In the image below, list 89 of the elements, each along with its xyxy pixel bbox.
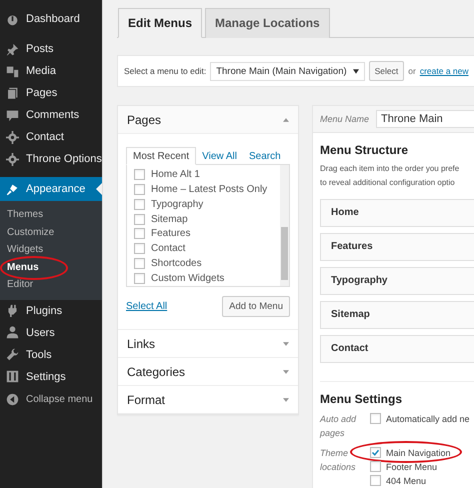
checkbox[interactable] — [370, 447, 381, 458]
menu-item[interactable]: Features — [320, 233, 474, 261]
checkbox[interactable] — [134, 168, 145, 180]
instruction-text: Drag each item into the order you prefe — [320, 163, 460, 175]
pages-icon — [6, 86, 19, 100]
sidebar-item[interactable]: Throne Options — [0, 148, 102, 170]
comment-icon — [6, 108, 19, 122]
sidebar-item[interactable]: Appearance — [0, 177, 102, 201]
sidebar-item[interactable]: Media — [0, 60, 102, 82]
panel-tab[interactable]: View All — [196, 148, 243, 164]
menu-item[interactable]: Home — [320, 199, 474, 227]
nav-tab[interactable]: Manage Locations — [205, 8, 330, 38]
sidebar-item[interactable]: Tools — [0, 344, 102, 366]
checkbox[interactable] — [370, 475, 381, 486]
user-icon — [6, 326, 19, 340]
select-label: Select a menu to edit: — [124, 66, 206, 76]
submenu-item[interactable]: Widgets — [0, 241, 102, 259]
add-to-menu-button[interactable]: Add to Menu — [222, 296, 290, 317]
accordion-section[interactable]: Links — [118, 330, 298, 358]
media-icon — [6, 64, 19, 78]
setting-label: Theme locations — [320, 447, 357, 474]
page-label: Custom Widgets — [151, 273, 224, 284]
menu-name-label: Menu Name — [320, 114, 370, 124]
dashboard-icon — [6, 12, 19, 26]
gear-icon — [6, 152, 19, 166]
checkbox[interactable] — [134, 214, 145, 225]
instruction-text: to reveal additional configuration optio — [320, 177, 456, 189]
panel-tab[interactable]: Most Recent — [126, 147, 196, 165]
checkbox[interactable] — [134, 258, 145, 270]
option-label: Automatically add ne — [386, 414, 470, 424]
sidebar-item[interactable]: Comments — [0, 104, 102, 126]
setting-label: Auto add pages — [320, 413, 358, 440]
menu-item[interactable]: Sitemap — [320, 301, 474, 329]
checkbox[interactable] — [370, 461, 381, 472]
page-label: Typography — [151, 198, 204, 210]
submenu-item[interactable]: Themes — [0, 206, 102, 224]
checkbox[interactable] — [370, 413, 381, 424]
submenu-item[interactable]: Editor — [0, 276, 102, 294]
submenu-item[interactable]: Customize — [0, 224, 102, 242]
checkbox[interactable] — [134, 273, 145, 284]
accordion-section[interactable]: Format — [118, 386, 298, 414]
checkbox[interactable] — [134, 228, 145, 240]
menu-name-field[interactable]: Throne Main — [376, 110, 474, 128]
checkbox[interactable] — [134, 198, 145, 210]
page-label: Home – Latest Posts Only — [151, 184, 268, 195]
collapse-menu-link[interactable]: Collapse menu — [0, 388, 102, 411]
sidebar-item[interactable]: Contact — [0, 126, 102, 148]
plug-icon — [6, 304, 19, 318]
sidebar-item[interactable]: Settings — [0, 366, 102, 388]
select-button[interactable]: Select — [368, 61, 404, 81]
panel-tab[interactable]: Search — [242, 148, 287, 164]
settings-icon — [6, 370, 19, 384]
highlight-ellipse — [0, 256, 68, 280]
menu-item[interactable]: Typography — [320, 267, 474, 295]
checkbox[interactable] — [134, 184, 145, 195]
sidebar-item[interactable]: Dashboard — [0, 8, 102, 30]
brush-icon — [6, 182, 19, 196]
option-label: 404 Menu — [386, 476, 426, 486]
caret-icon — [352, 68, 359, 74]
gear-icon — [6, 130, 19, 144]
pin-icon — [6, 42, 19, 56]
section-heading: Menu Settings — [320, 392, 404, 406]
panel-header[interactable]: Pages — [118, 106, 298, 134]
page-label: Contact — [151, 243, 186, 254]
page-label: Sitemap — [151, 214, 188, 225]
create-menu-link[interactable]: create a new — [420, 66, 468, 76]
sidebar-item[interactable]: Pages — [0, 82, 102, 104]
option-label: Footer Menu — [386, 462, 438, 472]
section-heading: Menu Structure — [320, 143, 410, 157]
page-label: Home Alt 1 — [151, 168, 200, 180]
collapse-icon — [6, 393, 19, 406]
accordion-section[interactable]: Categories — [118, 358, 298, 386]
page-label: Features — [151, 228, 190, 240]
submenu-item[interactable]: Menus — [0, 258, 102, 276]
checkbox[interactable] — [134, 243, 145, 254]
or-text: or — [408, 66, 416, 76]
current-arrow-icon — [96, 183, 102, 195]
menu-dropdown[interactable]: Throne Main (Main Navigation) — [210, 62, 365, 80]
option-label: Main Navigation — [386, 448, 451, 458]
menu-item[interactable]: Contact — [320, 335, 474, 363]
panel-title: Pages — [127, 112, 162, 126]
nav-tab[interactable]: Edit Menus — [118, 8, 202, 38]
page-label: Shortcodes — [151, 258, 202, 270]
scrollbar[interactable] — [280, 165, 289, 286]
sidebar-item[interactable]: Posts — [0, 38, 102, 60]
wrench-icon — [6, 348, 19, 362]
sidebar-item[interactable]: Plugins — [0, 300, 102, 322]
select-all-link[interactable]: Select All — [126, 301, 168, 312]
sidebar-item[interactable]: Users — [0, 322, 102, 344]
